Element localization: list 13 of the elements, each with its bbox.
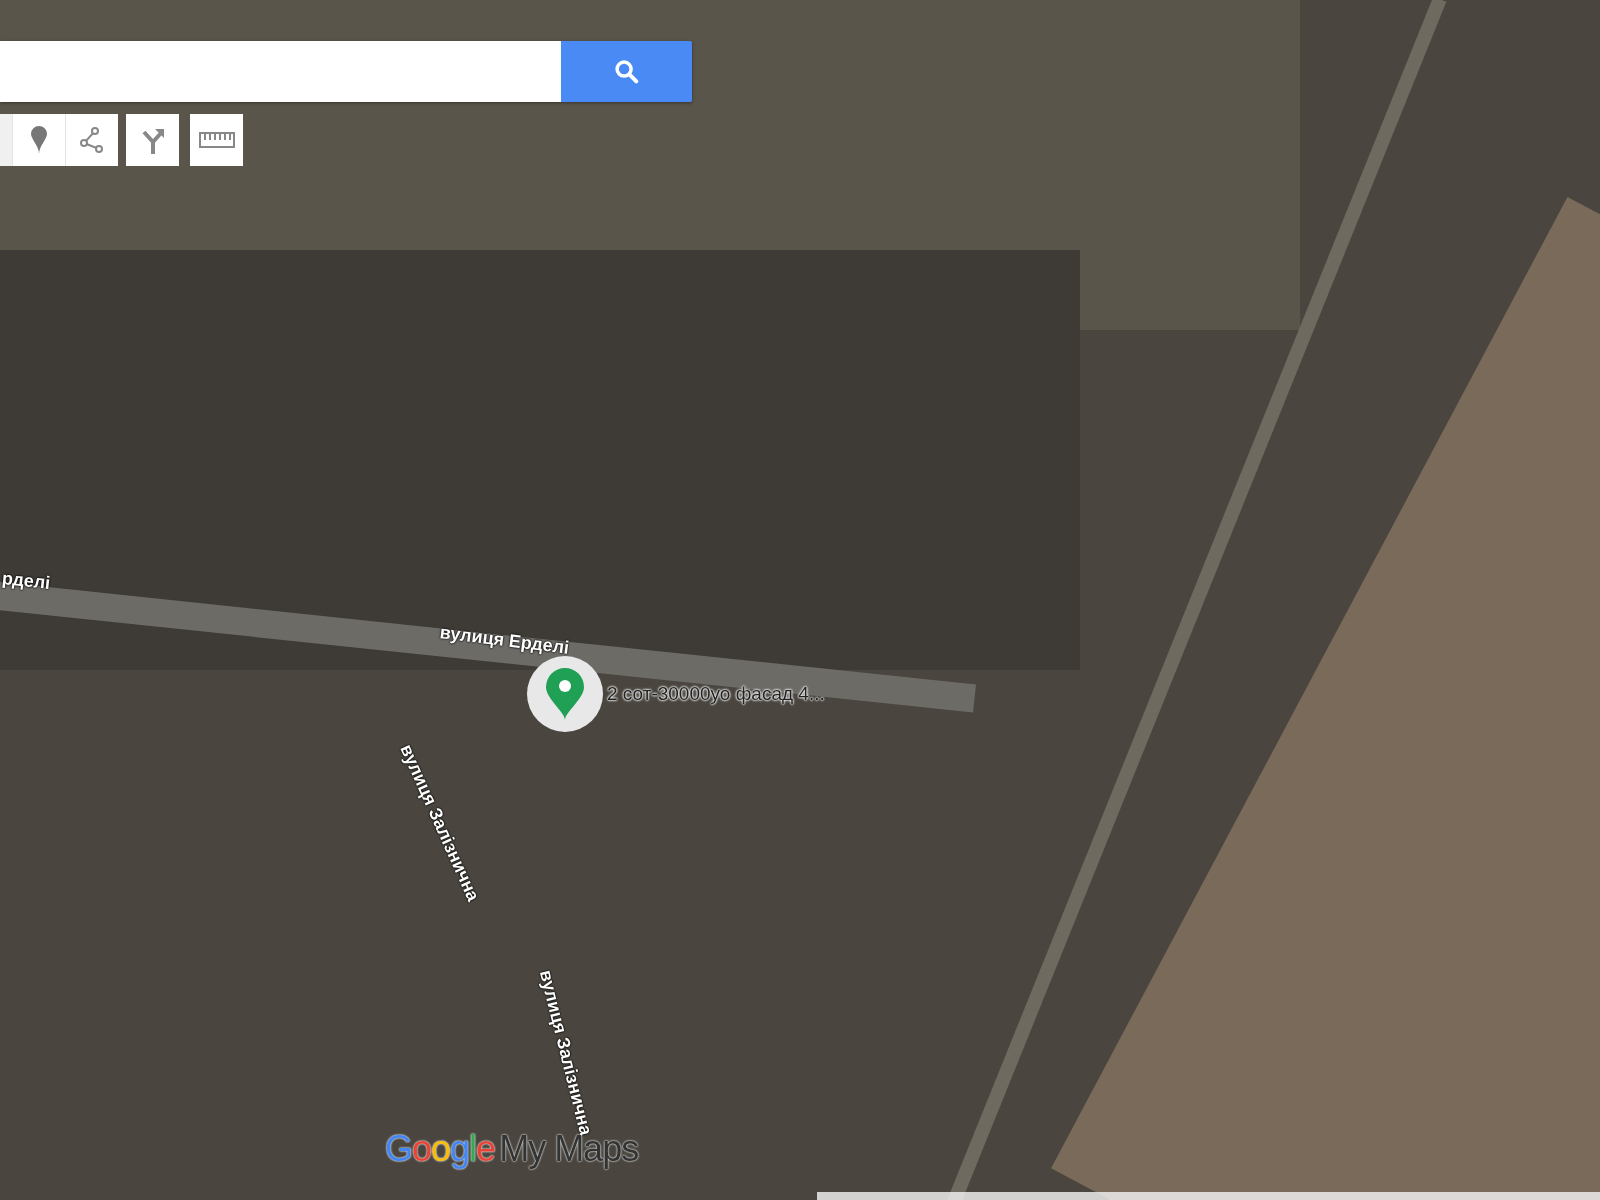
line-tool-button[interactable] — [65, 114, 118, 166]
directions-tool-button[interactable] — [126, 114, 179, 166]
map-pin-icon — [546, 668, 584, 720]
marker-icon — [31, 126, 47, 154]
polyline-icon — [78, 126, 106, 154]
search-field[interactable] — [0, 41, 561, 102]
ruler-tool-button[interactable] — [190, 114, 243, 166]
street-label: рделі — [0, 568, 52, 594]
street-label: вулиця Ерделі — [438, 622, 571, 659]
marker-label: 2 сот-30000уо фасад 4... — [607, 683, 825, 705]
search-button[interactable] — [561, 41, 692, 102]
ruler-icon — [198, 131, 235, 149]
search-icon — [612, 57, 641, 86]
